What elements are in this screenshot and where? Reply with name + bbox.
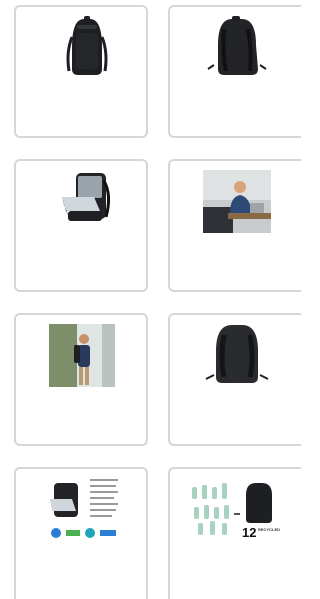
thumbnail-lifestyle-office[interactable] bbox=[168, 159, 301, 292]
thumbnail-recycled-bottles[interactable]: 12 RECYCLED bbox=[168, 467, 301, 599]
backpack-front-icon bbox=[66, 16, 108, 75]
thumbnail-backpack-back[interactable] bbox=[168, 5, 301, 138]
product-image-gallery: 12 RECYCLED bbox=[0, 0, 301, 599]
lifestyle-office-icon bbox=[203, 170, 271, 233]
recycled-bottles-icon: 12 RECYCLED bbox=[192, 483, 280, 540]
thumbnail-backpack-rear[interactable] bbox=[168, 313, 301, 446]
infographic-icon bbox=[50, 479, 118, 538]
recycled-caption: RECYCLED bbox=[258, 527, 280, 532]
lifestyle-outdoor-icon bbox=[49, 324, 115, 387]
backpack-back-icon bbox=[207, 16, 267, 75]
thumbnail-features-infographic[interactable] bbox=[14, 467, 148, 599]
thumbnail-lifestyle-outdoor[interactable] bbox=[14, 313, 148, 446]
backpack-open-icon bbox=[62, 173, 111, 221]
recycled-number: 12 bbox=[242, 525, 256, 540]
backpack-rear-icon bbox=[205, 325, 269, 383]
thumbnail-backpack-open[interactable] bbox=[14, 159, 148, 292]
thumbnail-backpack-front[interactable] bbox=[14, 5, 148, 138]
